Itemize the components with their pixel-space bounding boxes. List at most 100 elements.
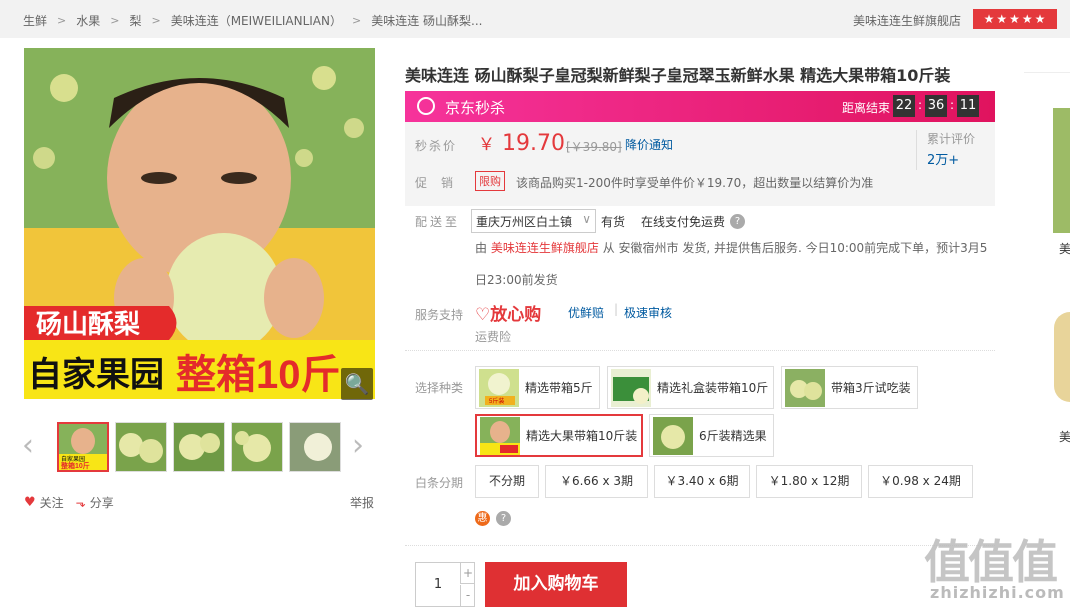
heart-outline-icon: ♡	[475, 305, 491, 325]
breadcrumb-item-fresh[interactable]: 生鲜	[23, 12, 47, 29]
variant-option-label: 精选大果带箱10斤装	[526, 429, 638, 443]
installment-3[interactable]: ￥6.66 x 3期	[545, 465, 648, 498]
variant-thumb	[653, 416, 693, 455]
help-icon[interactable]: ?	[730, 214, 745, 229]
product-photo: 砀山酥梨 自家果园 整箱10斤	[24, 48, 375, 399]
chevron-down-icon: ∨	[582, 212, 591, 226]
installment-12[interactable]: ￥1.80 x 12期	[756, 465, 862, 498]
follow-link[interactable]: 关注	[40, 494, 64, 511]
variant-option-trial-3jin[interactable]: 带箱3斤试吃装	[781, 366, 918, 409]
delivery-info: 由 美味连连生鲜旗舰店 从 安徽宿州市 发货, 并提供售后服务. 今日10:00…	[475, 239, 987, 256]
thumb-prev-arrow-icon[interactable]: ‹	[22, 428, 34, 463]
variant-option-6jin[interactable]: 6斤装精选果	[649, 414, 774, 457]
thumb-next-arrow-icon[interactable]: ›	[352, 428, 364, 463]
promo-label: 促销	[415, 176, 468, 190]
share-icon[interactable]: ⬎	[76, 496, 86, 510]
share-link[interactable]: 分享	[90, 494, 114, 511]
delivery-area-value: 重庆万州区白土镇	[476, 215, 573, 229]
report-link[interactable]: 举报	[350, 494, 374, 511]
star-icon: ★	[1009, 12, 1021, 26]
fangxingou-text: 放心购	[490, 305, 542, 325]
shop-name-link[interactable]: 美味连连生鲜旗舰店	[853, 12, 961, 29]
countdown-label: 距离结束	[842, 101, 891, 115]
variant-option-label: 6斤装精选果	[699, 429, 767, 443]
installment-none[interactable]: 不分期	[475, 465, 539, 498]
heart-icon[interactable]: ♥	[24, 495, 36, 510]
product-title: 美味连连 砀山酥梨子皇冠梨新鲜梨子皇冠翠玉新鲜水果 精选大果带箱10斤装	[405, 66, 951, 85]
thumbnail-2[interactable]	[115, 422, 167, 472]
variant-option-giftbox-10jin[interactable]: 精选礼盒装带箱10斤	[607, 366, 774, 409]
add-to-cart-button[interactable]: 加入购物车	[485, 562, 627, 607]
hui-discount-icon[interactable]: 惠	[475, 511, 490, 526]
thumbnail-3[interactable]	[173, 422, 225, 472]
service-item-fast-review[interactable]: 极速审核	[624, 304, 672, 321]
promo-text: 该商品购买1-200件时享受单件价￥19.70，超出数量以结算价为准	[516, 176, 874, 190]
reviews-count[interactable]: 2万+	[927, 149, 986, 168]
half-star-icon: ★	[1034, 12, 1047, 26]
clock-icon	[417, 97, 435, 115]
divider	[405, 545, 995, 546]
stock-status: 有货	[601, 215, 626, 229]
chevron-right-icon: >	[151, 14, 161, 27]
quantity-stepper: 1 + -	[415, 562, 475, 607]
variant-option-label: 带箱3斤试吃装	[831, 381, 911, 395]
seckill-label: 京东秒杀	[445, 99, 506, 117]
reviews-summary[interactable]: 累计评价 2万+	[916, 130, 986, 170]
fangxingou-badge[interactable]: ♡放心购	[475, 300, 541, 325]
delivery-shop-link[interactable]: 美味连连生鲜旗舰店	[491, 241, 599, 255]
countdown-colon: :	[950, 98, 955, 112]
chevron-right-icon: >	[57, 14, 67, 27]
watermark-url: zhizhizhi.com	[930, 583, 1065, 602]
quantity-input[interactable]: 1	[416, 563, 460, 606]
delivery-info-prefix: 由	[475, 241, 488, 255]
help-icon[interactable]: ?	[496, 511, 511, 526]
side-divider	[1024, 72, 1070, 73]
limit-tag: 限购	[475, 171, 505, 191]
breadcrumb-item-pear[interactable]: 梨	[129, 12, 141, 29]
variant-option-label: 精选带箱5斤	[525, 381, 593, 395]
price-amount: 19.70	[502, 131, 565, 156]
side-recommend-text[interactable]: 美	[1059, 240, 1070, 257]
installment-6[interactable]: ￥3.40 x 6期	[654, 465, 750, 498]
variant-thumb	[785, 368, 825, 407]
service-item-shipping-insurance[interactable]: 运费险	[475, 328, 511, 345]
quantity-minus-button[interactable]: -	[460, 585, 475, 606]
price-notify-link[interactable]: 降价通知	[625, 136, 673, 153]
thumbnail-1[interactable]: 自家果园 整箱10斤	[57, 422, 109, 472]
delivery-info-line2: 日23:00前发货	[475, 273, 558, 287]
installment-24[interactable]: ￥0.98 x 24期	[868, 465, 973, 498]
main-product-image[interactable]: 砀山酥梨 自家果园 整箱10斤	[24, 48, 375, 399]
breadcrumb-item-brand[interactable]: 美味连连（MEIWEILIANLIAN）	[171, 12, 342, 29]
service-divider: |	[614, 302, 619, 316]
countdown-hours: 22	[893, 95, 915, 117]
side-recommend-text-2[interactable]: 美	[1059, 428, 1070, 445]
service-item-youxianpei[interactable]: 优鲜赔	[568, 304, 604, 321]
breadcrumb-item-fruit[interactable]: 水果	[76, 12, 100, 29]
thumbnail-5[interactable]	[289, 422, 341, 472]
original-price: [￥39.80]	[566, 140, 622, 154]
follow-share-bar: ♥ 关注 ⬎ 分享	[24, 494, 114, 511]
variant-thumb: 5斤装	[479, 368, 519, 407]
variant-thumb	[480, 416, 520, 455]
delivery-info-line1: 从 安徽宿州市 发货, 并提供售后服务. 今日10:00前完成下单，预计3月5	[602, 241, 988, 255]
price-label: 秒杀价	[415, 139, 458, 153]
thumb-caption-b: 整箱10斤	[60, 461, 90, 470]
divider	[405, 350, 995, 351]
variant-option-large-10jin[interactable]: 精选大果带箱10斤装	[475, 414, 643, 457]
variant-label: 选择种类	[415, 381, 464, 395]
installment-label: 白条分期	[415, 476, 464, 490]
delivery-label: 配送至	[415, 215, 461, 229]
quantity-plus-button[interactable]: +	[460, 563, 475, 584]
image-slogan-b: 整箱10斤	[176, 353, 341, 397]
currency-symbol: ￥	[478, 135, 495, 155]
countdown-seconds: 11	[957, 95, 979, 117]
thumbnail-4[interactable]	[231, 422, 283, 472]
delivery-area-select[interactable]: 重庆万州区白土镇 ∨	[471, 209, 596, 233]
variant-option-label: 精选礼盒装带箱10斤	[657, 381, 769, 395]
zoom-icon[interactable]: 🔍	[341, 368, 373, 400]
thumbnail-strip: 自家果园 整箱10斤	[57, 422, 341, 472]
side-recommend-image-2[interactable]	[1054, 312, 1070, 402]
variant-option-5jin[interactable]: 5斤装 精选带箱5斤	[475, 366, 600, 409]
breadcrumb: 生鲜 > 水果 > 梨 > 美味连连（MEIWEILIANLIAN） > 美味连连 砀山…	[23, 12, 482, 29]
side-recommend-image[interactable]	[1053, 108, 1070, 233]
